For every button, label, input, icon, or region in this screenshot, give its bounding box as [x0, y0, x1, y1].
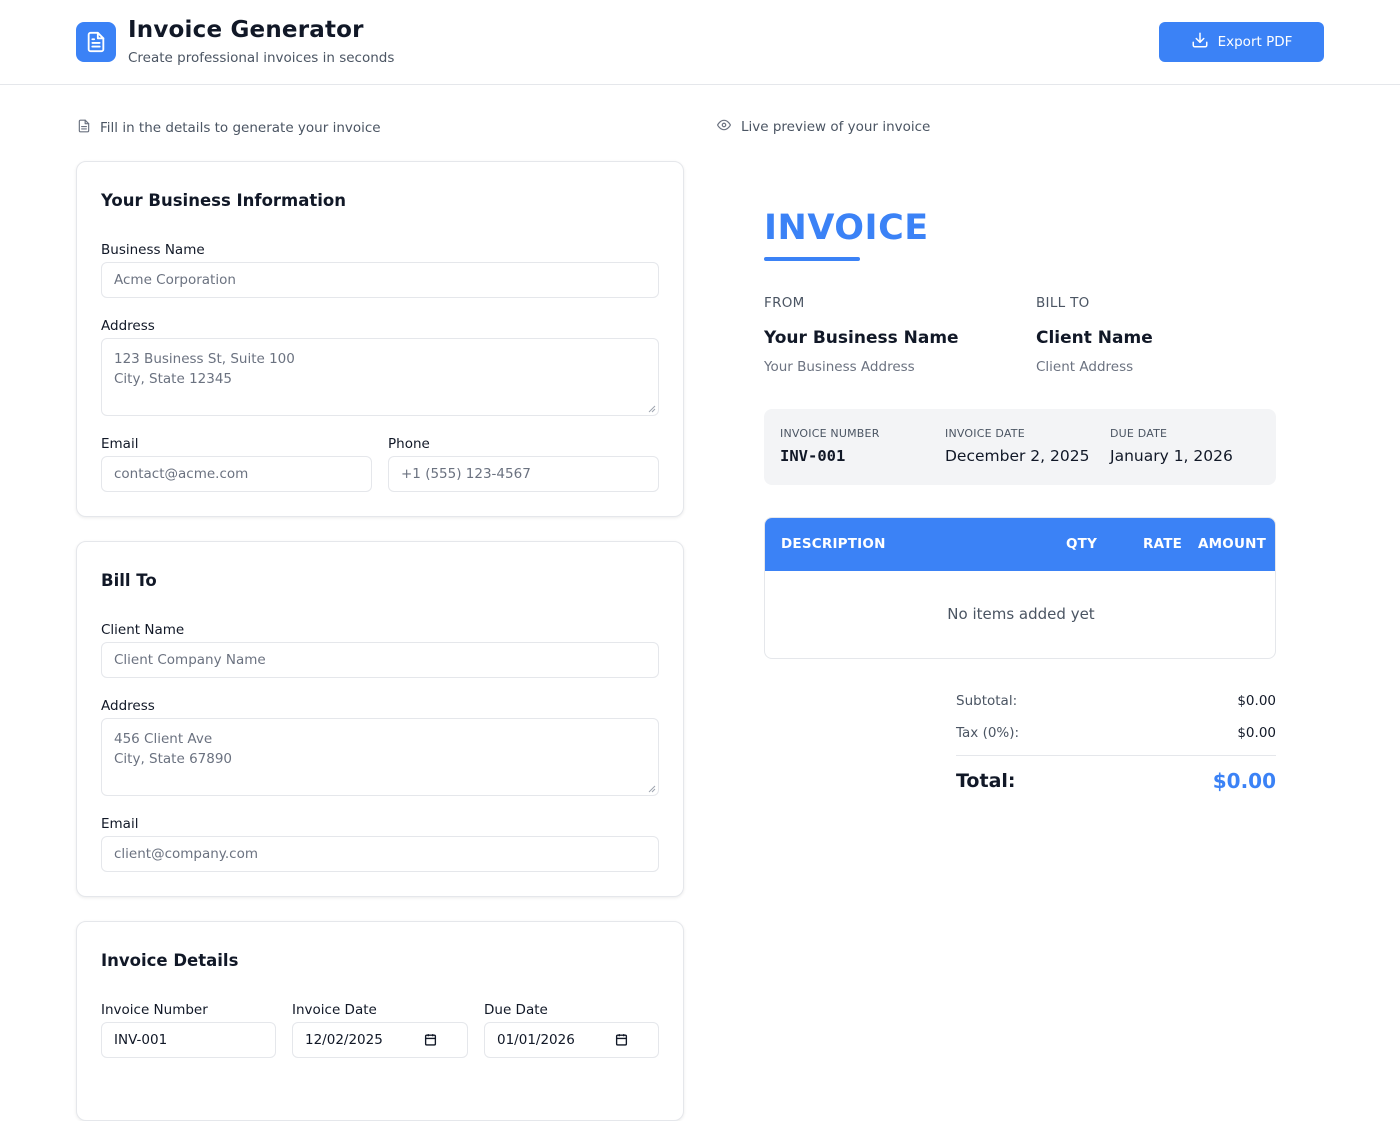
- app-logo-document-icon: [76, 22, 116, 62]
- business-address-line1: 123 Business St, Suite 100: [114, 351, 295, 367]
- invoice-date-input[interactable]: 12/02/2025: [292, 1022, 468, 1058]
- business-phone-label: Phone: [388, 436, 430, 452]
- line-items-table: DESCRIPTION QTY RATE AMOUNT No items add…: [764, 517, 1276, 659]
- meta-date-value: December 2, 2025: [945, 447, 1090, 465]
- meta-number-label: INVOICE NUMBER: [780, 427, 880, 440]
- app-subtitle: Create professional invoices in seconds: [128, 50, 395, 66]
- subtotal-label: Subtotal:: [956, 693, 1018, 709]
- column-qty: QTY: [1066, 536, 1098, 552]
- export-pdf-button[interactable]: Export PDF: [1159, 22, 1324, 62]
- bill-to-heading: Bill To: [101, 571, 157, 590]
- app-header: Invoice Generator Create professional in…: [0, 0, 1400, 85]
- client-email-input[interactable]: client@company.com: [101, 836, 659, 872]
- preview-caption-text: Live preview of your invoice: [741, 119, 931, 135]
- invoice-date-label: Invoice Date: [292, 1002, 377, 1018]
- invoice-title-underline: [764, 257, 860, 261]
- tax-label: Tax (0%):: [956, 725, 1020, 741]
- invoice-date-value: 12/02/2025: [305, 1032, 383, 1048]
- from-label: FROM: [764, 295, 805, 311]
- calendar-icon[interactable]: [615, 1033, 628, 1046]
- business-address-textarea[interactable]: 123 Business St, Suite 100 City, State 1…: [101, 338, 659, 416]
- form-caption: Fill in the details to generate your inv…: [77, 118, 381, 138]
- business-name-input[interactable]: Acme Corporation: [101, 262, 659, 298]
- due-date-input[interactable]: 01/01/2026: [484, 1022, 659, 1058]
- invoice-details-card: Invoice Details Invoice Number INV-001 I…: [76, 921, 684, 1121]
- column-description: DESCRIPTION: [781, 536, 886, 552]
- resize-grip-icon[interactable]: [648, 785, 656, 793]
- due-date-label: Due Date: [484, 1002, 548, 1018]
- business-address-line2: City, State 12345: [114, 371, 233, 387]
- invoice-title: INVOICE: [764, 208, 929, 248]
- client-address-label: Address: [101, 698, 155, 714]
- app-title: Invoice Generator: [128, 17, 364, 43]
- business-info-heading: Your Business Information: [101, 191, 347, 210]
- form-caption-text: Fill in the details to generate your inv…: [100, 120, 381, 136]
- business-email-input[interactable]: contact@acme.com: [101, 456, 372, 492]
- meta-number-value: INV-001: [780, 447, 846, 465]
- totals-divider: [956, 755, 1276, 756]
- bill-to-card: Bill To Client Name Client Company Name …: [76, 541, 684, 897]
- download-icon: [1191, 31, 1209, 53]
- business-phone-input[interactable]: +1 (555) 123-4567: [388, 456, 659, 492]
- column-rate: RATE: [1143, 536, 1183, 552]
- meta-due-label: DUE DATE: [1110, 427, 1168, 440]
- total-value: $0.00: [1212, 769, 1276, 793]
- preview-caption: Live preview of your invoice: [716, 118, 930, 136]
- from-address: Your Business Address: [764, 359, 915, 375]
- meta-date-label: INVOICE DATE: [945, 427, 1025, 440]
- subtotal-value: $0.00: [1237, 693, 1276, 709]
- business-email-label: Email: [101, 436, 139, 452]
- due-date-value: 01/01/2026: [497, 1032, 575, 1048]
- empty-items-message: No items added yet: [947, 605, 1095, 623]
- invoice-meta-box: INVOICE NUMBER INV-001 INVOICE DATE Dece…: [764, 409, 1276, 485]
- bill-to-address: Client Address: [1036, 359, 1134, 375]
- invoice-number-label: Invoice Number: [101, 1002, 208, 1018]
- resize-grip-icon[interactable]: [648, 405, 656, 413]
- bill-to-name: Client Name: [1036, 328, 1153, 348]
- export-pdf-label: Export PDF: [1217, 34, 1293, 50]
- bill-to-label: BILL TO: [1036, 295, 1090, 311]
- document-icon: [77, 118, 91, 138]
- eye-icon: [716, 118, 732, 136]
- calendar-icon[interactable]: [424, 1033, 437, 1046]
- client-email-label: Email: [101, 816, 139, 832]
- invoice-number-input[interactable]: INV-001: [101, 1022, 276, 1058]
- meta-due-value: January 1, 2026: [1110, 447, 1233, 465]
- client-address-textarea[interactable]: 456 Client Ave City, State 67890: [101, 718, 659, 796]
- invoice-details-heading: Invoice Details: [101, 951, 239, 970]
- client-address-line1: 456 Client Ave: [114, 731, 213, 747]
- total-label: Total:: [956, 770, 1016, 792]
- from-name: Your Business Name: [764, 328, 959, 348]
- business-address-label: Address: [101, 318, 155, 334]
- line-items-header: DESCRIPTION QTY RATE AMOUNT: [765, 518, 1275, 571]
- client-name-label: Client Name: [101, 622, 185, 638]
- client-name-input[interactable]: Client Company Name: [101, 642, 659, 678]
- business-info-card: Your Business Information Business Name …: [76, 161, 684, 517]
- client-address-line2: City, State 67890: [114, 751, 233, 767]
- tax-value: $0.00: [1237, 725, 1276, 741]
- business-name-label: Business Name: [101, 242, 205, 258]
- column-amount: AMOUNT: [1198, 536, 1267, 552]
